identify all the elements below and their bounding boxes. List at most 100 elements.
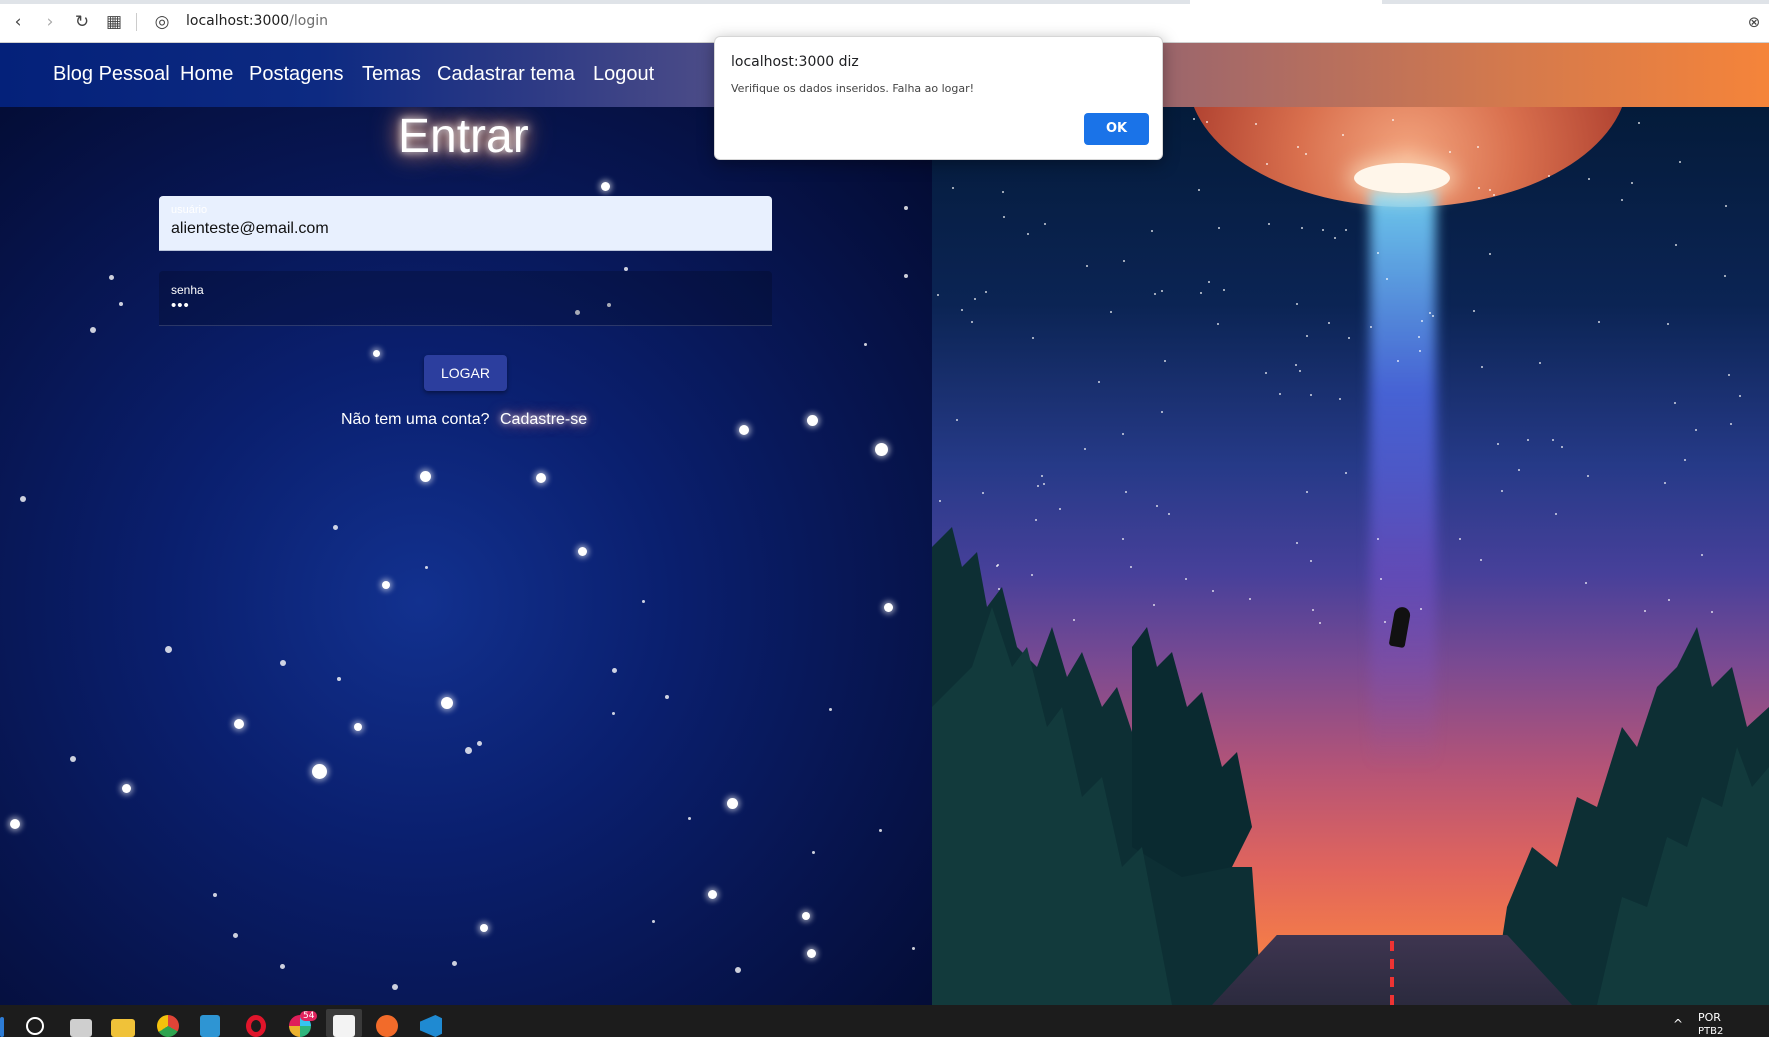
site-info-icon[interactable]: ◎ — [152, 12, 172, 32]
search-icon[interactable] — [26, 1017, 44, 1035]
star — [392, 984, 398, 990]
nav-home[interactable]: Home — [180, 63, 233, 86]
star — [727, 798, 738, 809]
signup-prompt: Não tem uma conta? — [341, 411, 490, 428]
star — [879, 829, 882, 832]
start-edge-icon[interactable] — [0, 1017, 4, 1037]
forward-icon[interactable]: › — [40, 12, 60, 32]
star — [735, 967, 741, 973]
star — [612, 668, 617, 673]
notepad-icon[interactable] — [200, 1015, 220, 1037]
apps-icon[interactable]: ▦ — [104, 12, 124, 32]
star — [642, 600, 645, 603]
notification-badge: 54 — [300, 1011, 318, 1021]
username-value[interactable]: alienteste@email.com — [171, 220, 329, 238]
star — [807, 415, 818, 426]
nav-cadastrar-tema[interactable]: Cadastrar tema — [437, 63, 575, 86]
star — [875, 443, 888, 456]
postman-icon[interactable] — [376, 1015, 398, 1037]
nav-logout[interactable]: Logout — [593, 63, 654, 86]
star — [536, 473, 546, 483]
star — [904, 274, 908, 278]
reload-icon[interactable]: ↻ — [72, 12, 92, 32]
login-panel: Entrar usuário alienteste@email.com senh… — [0, 107, 932, 1005]
vscode-icon[interactable] — [420, 1015, 442, 1037]
brand-link[interactable]: Blog Pessoal — [53, 63, 170, 86]
star — [20, 496, 26, 502]
star — [234, 719, 244, 729]
password-label: senha — [171, 283, 204, 297]
star — [373, 350, 380, 357]
star — [452, 961, 457, 966]
language-indicator[interactable]: POR — [1698, 1011, 1721, 1024]
star — [601, 182, 610, 191]
url-path: /login — [289, 13, 329, 29]
star — [708, 890, 717, 899]
password-value[interactable]: ••• — [171, 297, 190, 314]
tab-strip — [0, 0, 1769, 4]
star — [382, 581, 390, 589]
star — [119, 302, 123, 306]
snipping-tool-icon[interactable] — [333, 1015, 355, 1037]
tray-up-icon[interactable]: ^ — [1673, 1017, 1683, 1031]
star — [312, 764, 327, 779]
star — [652, 920, 655, 923]
page-title: Entrar — [398, 110, 529, 163]
star — [333, 525, 338, 530]
star — [465, 747, 472, 754]
keyboard-layout[interactable]: PTB2 — [1698, 1026, 1723, 1037]
star — [688, 817, 691, 820]
star — [864, 343, 867, 346]
star — [665, 695, 669, 699]
star — [441, 697, 453, 709]
star — [90, 327, 96, 333]
star — [420, 471, 431, 482]
back-icon[interactable]: ‹ — [8, 12, 28, 32]
alert-dialog: localhost:3000 diz Verifique os dados in… — [714, 36, 1163, 160]
star — [165, 646, 172, 653]
login-button[interactable]: LOGAR — [424, 355, 507, 391]
ufo-illustration — [932, 107, 1769, 1005]
star — [10, 819, 20, 829]
star — [807, 949, 816, 958]
star — [354, 723, 362, 731]
signup-link[interactable]: Cadastre-se — [500, 411, 587, 429]
username-field[interactable]: usuário alienteste@email.com — [159, 196, 772, 251]
road-line — [1390, 941, 1394, 1005]
star — [480, 924, 488, 932]
address-bar[interactable]: localhost:3000/login — [186, 13, 328, 29]
alert-ok-button[interactable]: OK — [1084, 113, 1149, 145]
star — [280, 964, 285, 969]
star — [829, 708, 832, 711]
task-view-icon[interactable] — [70, 1019, 92, 1037]
nav-postagens[interactable]: Postagens — [249, 63, 344, 86]
star — [812, 851, 815, 854]
star — [425, 566, 428, 569]
star — [337, 677, 341, 681]
password-field[interactable]: senha ••• — [159, 271, 772, 326]
chrome-icon[interactable] — [157, 1015, 179, 1037]
star — [233, 933, 238, 938]
toolbar-divider — [136, 13, 137, 31]
close-icon[interactable]: ⊗ — [1744, 12, 1764, 32]
star — [122, 784, 131, 793]
star — [280, 660, 286, 666]
nav-temas[interactable]: Temas — [362, 63, 421, 86]
star — [213, 893, 217, 897]
username-label: usuário — [171, 204, 208, 216]
star — [578, 547, 587, 556]
star — [739, 425, 749, 435]
star — [70, 756, 76, 762]
star — [109, 275, 114, 280]
file-explorer-icon[interactable] — [111, 1019, 135, 1037]
star — [912, 947, 915, 950]
star — [477, 741, 482, 746]
forest-silhouette — [932, 527, 1769, 1005]
alert-title: localhost:3000 diz — [731, 54, 859, 70]
opera-icon[interactable] — [246, 1015, 266, 1037]
windows-taskbar: 54 ^ POR PTB2 — [0, 1005, 1769, 1037]
active-tab[interactable] — [1190, 0, 1382, 4]
url-host: localhost:3000 — [186, 13, 290, 29]
star — [904, 206, 908, 210]
star — [612, 712, 615, 715]
